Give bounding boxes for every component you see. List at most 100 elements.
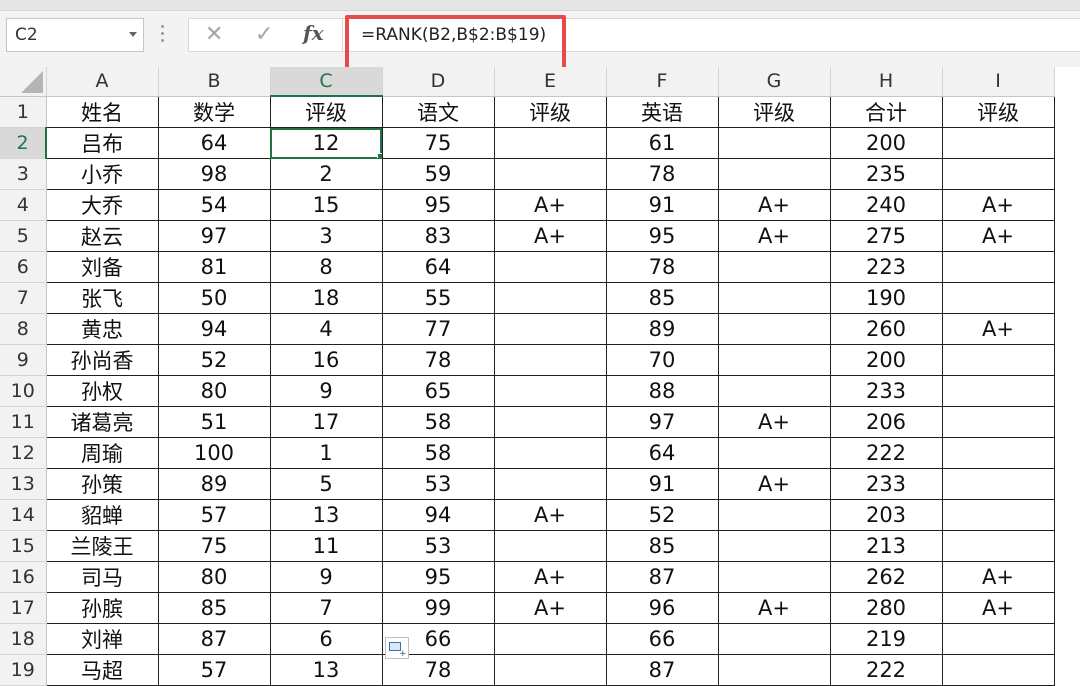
cell-h9[interactable]: 200	[830, 344, 943, 376]
cell-c2[interactable]: 12	[270, 127, 383, 159]
cell-d10[interactable]: 65	[382, 375, 495, 407]
cell-b14[interactable]: 57	[158, 499, 271, 531]
cell-g3[interactable]	[718, 158, 831, 190]
cell-a8[interactable]: 黄忠	[46, 313, 159, 345]
cell-b18[interactable]: 87	[158, 623, 271, 655]
cell-i6[interactable]	[942, 251, 1055, 283]
cell-g12[interactable]	[718, 437, 831, 469]
cell-b3[interactable]: 98	[158, 158, 271, 190]
cell-f18[interactable]: 66	[606, 623, 719, 655]
cell-f3[interactable]: 78	[606, 158, 719, 190]
cell-b6[interactable]: 81	[158, 251, 271, 283]
cell-c11[interactable]: 17	[270, 406, 383, 438]
row-header[interactable]: 8	[0, 313, 47, 345]
cell-e5[interactable]: A+	[494, 220, 607, 252]
enter-icon[interactable]: ✓	[255, 22, 273, 47]
cell-e3[interactable]	[494, 158, 607, 190]
row-header[interactable]: 3	[0, 158, 47, 190]
cell-d3[interactable]: 59	[382, 158, 495, 190]
cell-a7[interactable]: 张飞	[46, 282, 159, 314]
cell-f5[interactable]: 95	[606, 220, 719, 252]
cell-b13[interactable]: 89	[158, 468, 271, 500]
cell-e16[interactable]: A+	[494, 561, 607, 593]
cell-i1[interactable]: 评级	[942, 96, 1055, 128]
cell-a3[interactable]: 小乔	[46, 158, 159, 190]
cell-a18[interactable]: 刘禅	[46, 623, 159, 655]
cell-i5[interactable]: A+	[942, 220, 1055, 252]
row-header[interactable]: 12	[0, 437, 47, 469]
row-header[interactable]: 18	[0, 623, 47, 655]
cell-c19[interactable]: 13	[270, 654, 383, 686]
row-header[interactable]: 15	[0, 530, 47, 562]
cell-g6[interactable]	[718, 251, 831, 283]
column-header-b[interactable]: B	[158, 67, 271, 97]
cell-g19[interactable]	[718, 654, 831, 686]
cell-i2[interactable]	[942, 127, 1055, 159]
cell-d1[interactable]: 语文	[382, 96, 495, 128]
cancel-icon[interactable]: ✕	[205, 22, 223, 47]
cell-f9[interactable]: 70	[606, 344, 719, 376]
cell-b7[interactable]: 50	[158, 282, 271, 314]
cell-e2[interactable]	[494, 127, 607, 159]
cell-c3[interactable]: 2	[270, 158, 383, 190]
cell-i16[interactable]: A+	[942, 561, 1055, 593]
cell-g7[interactable]	[718, 282, 831, 314]
cell-g9[interactable]	[718, 344, 831, 376]
cell-f6[interactable]: 78	[606, 251, 719, 283]
chevron-down-icon[interactable]	[129, 32, 137, 37]
cell-g5[interactable]: A+	[718, 220, 831, 252]
cell-d7[interactable]: 55	[382, 282, 495, 314]
cell-g16[interactable]	[718, 561, 831, 593]
cell-d4[interactable]: 95	[382, 189, 495, 221]
cell-h15[interactable]: 213	[830, 530, 943, 562]
cell-e17[interactable]: A+	[494, 592, 607, 624]
cell-a19[interactable]: 马超	[46, 654, 159, 686]
cell-a14[interactable]: 貂蝉	[46, 499, 159, 531]
cell-h18[interactable]: 219	[830, 623, 943, 655]
cell-b19[interactable]: 57	[158, 654, 271, 686]
cell-h17[interactable]: 280	[830, 592, 943, 624]
resize-handle-icon[interactable]	[161, 25, 165, 47]
column-header-h[interactable]: H	[830, 67, 943, 97]
cell-c6[interactable]: 8	[270, 251, 383, 283]
cell-f12[interactable]: 64	[606, 437, 719, 469]
row-header[interactable]: 2	[0, 127, 47, 159]
cell-d8[interactable]: 77	[382, 313, 495, 345]
cell-i10[interactable]	[942, 375, 1055, 407]
cell-c12[interactable]: 1	[270, 437, 383, 469]
cell-c1[interactable]: 评级	[270, 96, 383, 128]
cell-d12[interactable]: 58	[382, 437, 495, 469]
cell-e19[interactable]	[494, 654, 607, 686]
cell-c8[interactable]: 4	[270, 313, 383, 345]
cell-h19[interactable]: 222	[830, 654, 943, 686]
cell-h13[interactable]: 233	[830, 468, 943, 500]
cell-i15[interactable]	[942, 530, 1055, 562]
cell-h12[interactable]: 222	[830, 437, 943, 469]
cell-e15[interactable]	[494, 530, 607, 562]
cell-b8[interactable]: 94	[158, 313, 271, 345]
fill-handle[interactable]	[376, 153, 381, 158]
cell-a9[interactable]: 孙尚香	[46, 344, 159, 376]
cell-g4[interactable]: A+	[718, 189, 831, 221]
cell-d17[interactable]: 99	[382, 592, 495, 624]
cell-h10[interactable]: 233	[830, 375, 943, 407]
cell-d11[interactable]: 58	[382, 406, 495, 438]
cell-i9[interactable]	[942, 344, 1055, 376]
cell-g18[interactable]	[718, 623, 831, 655]
row-header[interactable]: 19	[0, 654, 47, 686]
row-header[interactable]: 13	[0, 468, 47, 500]
cell-h4[interactable]: 240	[830, 189, 943, 221]
cell-e10[interactable]	[494, 375, 607, 407]
cell-e18[interactable]	[494, 623, 607, 655]
cell-a2[interactable]: 吕布	[46, 127, 159, 159]
cell-f2[interactable]: 61	[606, 127, 719, 159]
column-header-e[interactable]: E	[494, 67, 607, 97]
cell-g10[interactable]	[718, 375, 831, 407]
cell-a15[interactable]: 兰陵王	[46, 530, 159, 562]
row-header[interactable]: 9	[0, 344, 47, 376]
row-header[interactable]: 7	[0, 282, 47, 314]
cell-f7[interactable]: 85	[606, 282, 719, 314]
row-header[interactable]: 11	[0, 406, 47, 438]
cell-e9[interactable]	[494, 344, 607, 376]
cell-a4[interactable]: 大乔	[46, 189, 159, 221]
